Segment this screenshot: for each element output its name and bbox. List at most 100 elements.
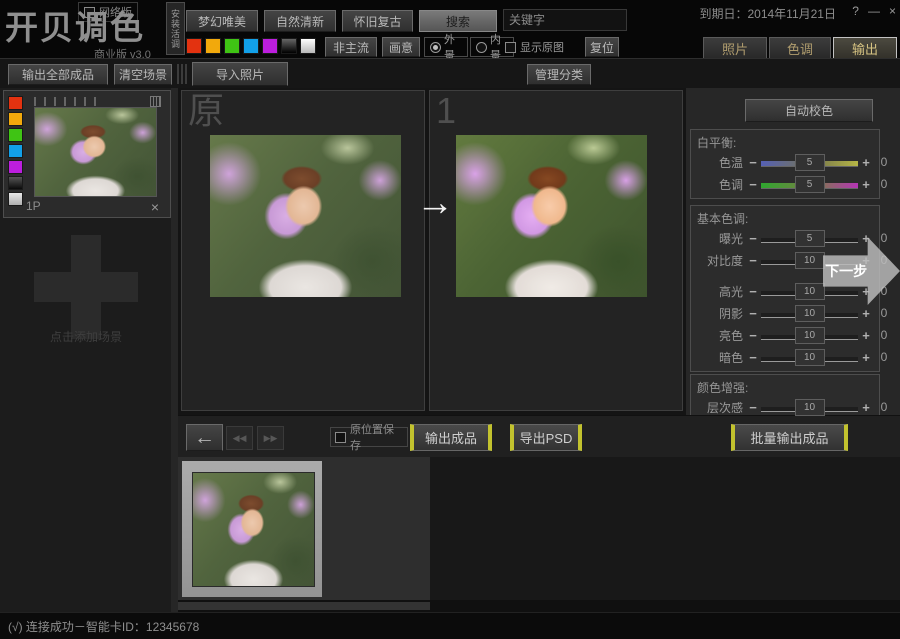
slider-value: 0 <box>876 350 892 364</box>
slider-brights: 亮色 − 10 + 0 <box>697 324 873 346</box>
export-psd-button[interactable]: 导出PSD <box>510 424 582 451</box>
radio-outdoor[interactable]: 外景 <box>424 37 468 57</box>
divider <box>181 64 183 84</box>
batch-export-button[interactable]: 批量输出成品 <box>731 424 848 451</box>
style-nonmainstream-button[interactable]: 非主流 <box>325 37 377 57</box>
style-artistic-button[interactable]: 画意 <box>382 37 420 57</box>
clear-scene-button[interactable]: 清空场景 <box>114 64 172 85</box>
result-photo[interactable] <box>456 135 647 297</box>
slider-darks: 暗色 − 10 + 0 <box>697 346 873 368</box>
increase-button[interactable]: + <box>859 351 873 364</box>
increase-button[interactable]: + <box>859 307 873 320</box>
app-logo: 开贝调色 <box>5 11 145 44</box>
photo-thumbnail-cell[interactable] <box>182 461 322 597</box>
filter-category-retro-button[interactable]: 怀旧复古 <box>342 10 413 32</box>
save-in-place-checkbox[interactable]: 原位置保存 <box>330 427 408 447</box>
help-button[interactable]: ? <box>852 4 859 18</box>
decrease-button[interactable]: − <box>746 156 760 169</box>
radio-icon[interactable] <box>430 42 441 53</box>
increase-button[interactable]: + <box>859 156 873 169</box>
section-title: 颜色增强: <box>697 379 873 396</box>
decrease-button[interactable]: − <box>746 401 760 414</box>
result-pane-label: 1 <box>436 91 456 131</box>
horizontal-scrollbar[interactable] <box>178 600 900 612</box>
search-button[interactable]: 搜索 <box>419 10 497 32</box>
scene-swatch-white[interactable] <box>8 192 23 206</box>
install-filters-vertical-tab[interactable]: 安装活调 <box>166 2 185 55</box>
show-original-checkbox[interactable]: 显示原图 <box>505 39 564 55</box>
slider-track[interactable]: 10 <box>761 399 858 415</box>
next-button[interactable]: ▶▶ <box>257 426 284 450</box>
add-scene-label[interactable]: 点击添加场景 <box>0 328 172 345</box>
scene-thumbnail[interactable] <box>34 107 157 197</box>
slider-value: 0 <box>876 400 892 414</box>
scene-count-label: 1P <box>26 199 41 213</box>
increase-button[interactable]: + <box>859 178 873 191</box>
decrease-button[interactable]: − <box>746 329 760 342</box>
auto-color-button[interactable]: 自动校色 <box>745 99 873 122</box>
export-all-button[interactable]: 输出全部成品 <box>8 64 108 85</box>
increase-button[interactable]: + <box>859 401 873 414</box>
slider-track[interactable]: 5 <box>761 230 858 246</box>
slider-label: 对比度 <box>697 252 743 269</box>
scene-swatch-green[interactable] <box>8 128 23 142</box>
scene-swatch-red[interactable] <box>8 96 23 110</box>
divider <box>177 64 179 84</box>
color-filter-purple-swatch[interactable] <box>262 38 278 54</box>
transform-arrow-icon: → <box>416 184 454 222</box>
export-finished-button[interactable]: 输出成品 <box>410 424 492 451</box>
scene-swatch-blue[interactable] <box>8 144 23 158</box>
slider-track[interactable]: 10 <box>761 305 858 321</box>
scene-swatch-orange[interactable] <box>8 112 23 126</box>
decrease-button[interactable]: − <box>746 232 760 245</box>
filter-category-dream-button[interactable]: 梦幻唯美 <box>186 10 258 32</box>
slider-label: 暗色 <box>697 349 743 366</box>
film-strip-track <box>178 457 430 600</box>
color-filter-white-swatch[interactable] <box>300 38 316 54</box>
slider-track[interactable]: 5 <box>761 154 858 170</box>
checkbox-icon[interactable] <box>335 432 346 443</box>
decrease-button[interactable]: − <box>746 285 760 298</box>
back-arrow-button[interactable]: ← <box>186 424 223 451</box>
decrease-button[interactable]: − <box>746 307 760 320</box>
photo-thumbnail[interactable] <box>192 472 315 587</box>
slider-label: 亮色 <box>697 327 743 344</box>
color-filter-green-swatch[interactable] <box>224 38 240 54</box>
color-filter-orange-swatch[interactable] <box>205 38 221 54</box>
tab-output[interactable]: 输出 <box>833 37 897 59</box>
slider-track[interactable]: 10 <box>761 349 858 365</box>
scene-item[interactable]: 1P × <box>3 90 171 218</box>
step-value-box: 10 <box>795 252 825 269</box>
slider-track[interactable]: 10 <box>761 327 858 343</box>
decrease-button[interactable]: − <box>746 254 760 267</box>
add-scene-plus-icon[interactable] <box>34 272 138 302</box>
color-filter-black-swatch[interactable] <box>281 38 297 54</box>
minimize-button[interactable]: — <box>868 4 880 18</box>
manage-categories-button[interactable]: 管理分类 <box>527 64 591 85</box>
filter-category-fresh-button[interactable]: 自然清新 <box>264 10 336 32</box>
basic-tone-section: 基本色调: 曝光 − 5 + 0 对比度 − 10 + 0 高光 <box>690 205 880 372</box>
tab-tone[interactable]: 色调 <box>769 37 831 59</box>
original-photo[interactable] <box>210 135 401 297</box>
keyword-input[interactable] <box>503 9 627 31</box>
increase-button[interactable]: + <box>859 329 873 342</box>
panel-scrollbar[interactable] <box>171 88 178 612</box>
reset-button[interactable]: 复位 <box>585 37 619 57</box>
tab-photos[interactable]: 照片 <box>703 37 767 59</box>
scene-swatch-black[interactable] <box>8 176 23 190</box>
import-photos-button[interactable]: 导入照片 <box>192 62 288 86</box>
decrease-button[interactable]: − <box>746 178 760 191</box>
radio-icon[interactable] <box>476 42 487 53</box>
color-filter-blue-swatch[interactable] <box>243 38 259 54</box>
slider-track[interactable]: 5 <box>761 176 858 192</box>
previous-button[interactable]: ◀◀ <box>226 426 253 450</box>
close-button[interactable]: × <box>889 4 896 18</box>
checkbox-icon[interactable] <box>505 42 516 53</box>
scene-swatch-purple[interactable] <box>8 160 23 174</box>
remove-scene-button[interactable]: × <box>151 200 159 214</box>
color-filter-red-swatch[interactable] <box>186 38 202 54</box>
expiry-date-label: 到期日：2014年11月21日 <box>699 5 836 22</box>
decrease-button[interactable]: − <box>746 351 760 364</box>
trash-icon[interactable] <box>150 96 161 107</box>
scrollbar-thumb[interactable] <box>178 602 430 610</box>
